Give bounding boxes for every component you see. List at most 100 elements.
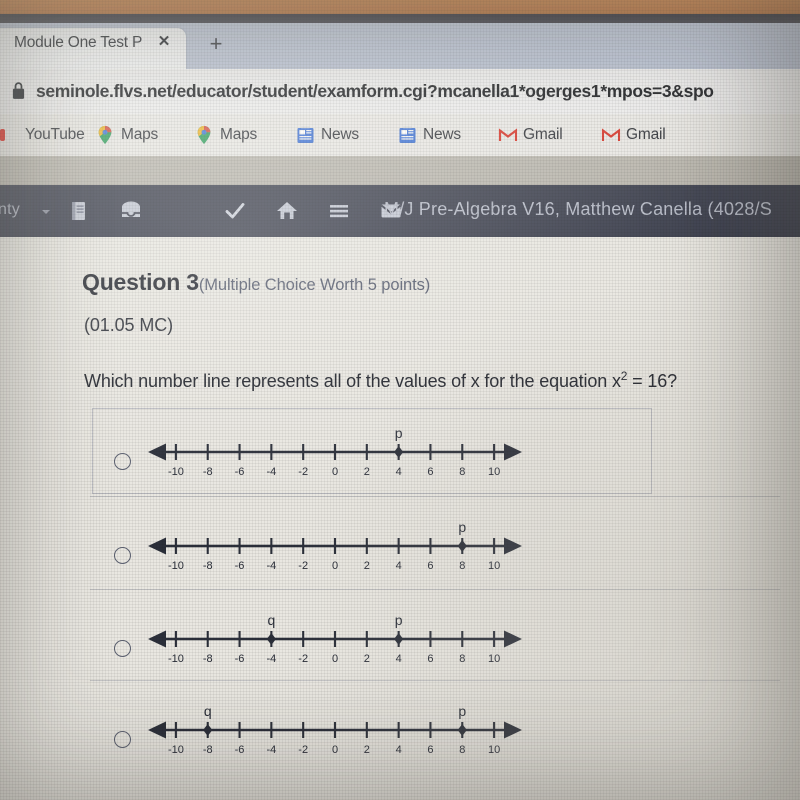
new-tab-icon[interactable]: + [205, 33, 227, 55]
bookmark-youtube[interactable]: YouTube [0, 122, 85, 148]
tab-strip: Module One Test P ✕ + [0, 23, 800, 69]
plotted-point-q [203, 724, 213, 736]
svg-text:-8: -8 [203, 560, 213, 572]
plotted-point-p [394, 633, 404, 645]
svg-text:-10: -10 [168, 560, 184, 572]
bookmarks-bar: YouTube Maps Maps News News Gmail Gmail [0, 114, 800, 156]
svg-text:8: 8 [459, 466, 465, 478]
svg-text:10: 10 [488, 653, 500, 665]
svg-text:-6: -6 [235, 560, 245, 572]
svg-text:0: 0 [332, 744, 338, 756]
svg-text:-10: -10 [168, 653, 184, 665]
point-label-p: p [458, 703, 466, 719]
svg-text:-2: -2 [298, 466, 308, 478]
flvs-navigation-bar: nty M/J Pre-Algebra V16, Matthew Canella… [0, 185, 800, 237]
youtube-icon [0, 125, 18, 145]
standard-code: (01.05 MC) [84, 315, 174, 335]
desk-surface [0, 0, 800, 14]
option-separator [90, 589, 780, 590]
prompt-part-1: Which number line represents all of the … [84, 371, 621, 391]
bookmark-news-1[interactable]: News [296, 122, 359, 148]
svg-text:-10: -10 [168, 744, 184, 756]
google-maps-pin-icon [195, 125, 213, 145]
question-content: Question 3(Multiple Choice Worth 5 point… [0, 237, 800, 800]
bookmark-maps-2[interactable]: Maps [195, 122, 257, 148]
svg-text:2: 2 [364, 560, 370, 572]
bookmark-gmail-2[interactable]: Gmail [601, 122, 666, 148]
home-icon[interactable] [274, 198, 300, 224]
plotted-point-p [394, 446, 404, 458]
svg-text:-2: -2 [298, 744, 308, 756]
prompt-part-2: = 16? [627, 371, 677, 391]
point-label-p: p [395, 425, 403, 441]
number-line-b: -10 -8 -6 -4 -2 0 2 4 6 8 10 p [148, 519, 522, 572]
svg-text:-8: -8 [203, 653, 213, 665]
svg-text:8: 8 [459, 560, 465, 572]
option-separator [90, 496, 780, 497]
question-heading: Question 3(Multiple Choice Worth 5 point… [82, 269, 430, 296]
svg-text:-6: -6 [235, 466, 245, 478]
close-tab-icon[interactable]: ✕ [155, 33, 173, 51]
tab-title[interactable]: Module One Test P [14, 34, 154, 52]
browser-chrome: Module One Test P ✕ + seminole.flvs.net/… [0, 23, 800, 156]
hamburger-menu-icon[interactable] [326, 198, 352, 224]
url-text[interactable]: seminole.flvs.net/educator/student/examf… [36, 78, 800, 105]
plotted-point-q [266, 633, 276, 645]
bookmark-maps-1[interactable]: Maps [96, 122, 158, 148]
bookmark-label: Gmail [523, 126, 563, 143]
svg-text:4: 4 [396, 744, 402, 756]
svg-text:2: 2 [364, 653, 370, 665]
number-line-c: -10 -8 -6 -4 -2 0 2 4 6 8 10 q p [148, 612, 522, 665]
chevron-down-icon[interactable] [42, 210, 50, 214]
svg-text:-2: -2 [298, 560, 308, 572]
bookmark-label: Gmail [626, 126, 666, 143]
bookmark-news-2[interactable]: News [398, 122, 461, 148]
lock-icon [12, 82, 25, 99]
inbox-tray-icon[interactable] [118, 198, 144, 224]
point-label-q: q [204, 703, 212, 719]
bookmark-label: Maps [121, 126, 159, 143]
question-number: Question 3 [82, 269, 199, 295]
svg-text:8: 8 [459, 744, 465, 756]
svg-text:2: 2 [364, 466, 370, 478]
svg-text:6: 6 [427, 653, 433, 665]
plotted-point-p [457, 724, 467, 736]
bookmark-label: News [321, 126, 359, 143]
svg-text:4: 4 [396, 653, 402, 665]
course-title: M/J Pre-Algebra V16, Matthew Canella (40… [384, 199, 772, 219]
bookmark-label: News [423, 126, 461, 143]
point-label-p: p [458, 519, 466, 535]
option-separator [90, 680, 780, 681]
svg-text:-4: -4 [266, 560, 276, 572]
point-label-p: p [395, 612, 403, 628]
svg-text:-4: -4 [266, 653, 276, 665]
svg-text:-2: -2 [298, 653, 308, 665]
district-label[interactable]: nty [0, 201, 20, 219]
exam-page: Question 3(Multiple Choice Worth 5 point… [0, 237, 800, 800]
svg-text:4: 4 [396, 466, 402, 478]
bookmark-gmail-1[interactable]: Gmail [498, 122, 563, 148]
svg-text:-8: -8 [203, 744, 213, 756]
gmail-icon [498, 125, 518, 145]
svg-text:-4: -4 [266, 466, 276, 478]
svg-text:6: 6 [427, 560, 433, 572]
point-label-q: q [267, 612, 275, 628]
address-bar[interactable]: seminole.flvs.net/educator/student/examf… [0, 69, 800, 114]
book-icon[interactable] [66, 198, 92, 224]
svg-text:2: 2 [364, 744, 370, 756]
radio-option-b[interactable] [114, 547, 131, 564]
svg-text:4: 4 [396, 560, 402, 572]
radio-option-a[interactable] [114, 453, 131, 470]
check-icon[interactable] [222, 198, 248, 224]
number-line-d: -10 -8 -6 -4 -2 0 2 4 6 8 10 q p [148, 703, 522, 756]
svg-text:10: 10 [488, 466, 500, 478]
svg-text:0: 0 [332, 466, 338, 478]
bookmark-label: YouTube [25, 126, 85, 143]
svg-text:-10: -10 [168, 466, 184, 478]
radio-option-c[interactable] [114, 640, 131, 657]
monitor-bezel [0, 14, 800, 23]
radio-option-d[interactable] [114, 731, 131, 748]
gmail-icon [601, 125, 621, 145]
svg-text:10: 10 [488, 560, 500, 572]
svg-text:-6: -6 [235, 744, 245, 756]
